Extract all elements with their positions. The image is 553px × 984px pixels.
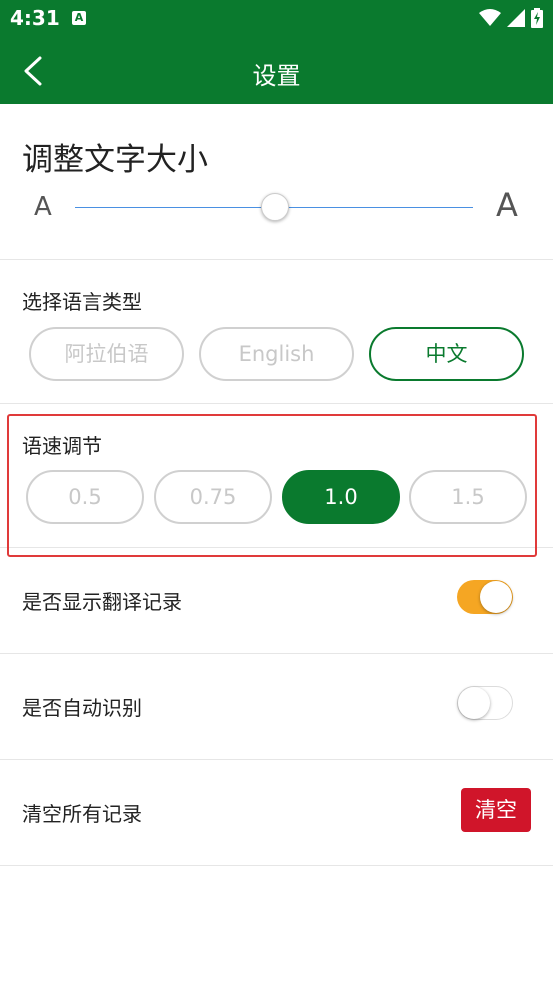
clear-history-label: 清空所有记录 <box>22 802 142 826</box>
status-time: 4:31 <box>10 6 60 30</box>
clear-history-row: 清空所有记录 清空 <box>0 760 553 866</box>
toggle-knob <box>480 581 512 613</box>
speech-rate-option-1-0[interactable]: 1.0 <box>282 470 400 524</box>
auto-detect-label: 是否自动识别 <box>22 696 142 720</box>
speech-rate-option-0-5[interactable]: 0.5 <box>26 470 144 524</box>
speech-rate-label: 语速调节 <box>22 434 102 458</box>
language-option-arabic[interactable]: 阿拉伯语 <box>29 327 184 381</box>
speech-rate-section: 语速调节 0.5 0.75 1.0 1.5 <box>0 404 553 548</box>
language-option-chinese[interactable]: 中文 <box>369 327 524 381</box>
font-size-title: 调整文字大小 <box>22 142 208 178</box>
language-label: 选择语言类型 <box>22 290 142 314</box>
status-icons <box>479 8 543 28</box>
speech-rate-option-0-75[interactable]: 0.75 <box>154 470 272 524</box>
auto-detect-row: 是否自动识别 <box>0 654 553 760</box>
show-history-toggle[interactable] <box>457 580 513 614</box>
language-section: 选择语言类型 阿拉伯语 English 中文 <box>0 260 553 404</box>
app-bar: 设置 <box>0 38 553 104</box>
language-option-english[interactable]: English <box>199 327 354 381</box>
speech-rate-option-1-5[interactable]: 1.5 <box>409 470 527 524</box>
accessibility-a-icon: A <box>72 11 86 25</box>
battery-charging-icon <box>531 8 543 28</box>
page-title: 设置 <box>252 62 301 90</box>
show-history-label: 是否显示翻译记录 <box>22 590 182 614</box>
wifi-icon <box>479 9 501 26</box>
font-size-section: 调整文字大小 A A <box>0 104 553 260</box>
slider-thumb[interactable] <box>261 193 289 221</box>
status-bar: 4:31 A <box>0 0 553 38</box>
show-history-row: 是否显示翻译记录 <box>0 548 553 654</box>
font-size-slider[interactable] <box>75 192 473 222</box>
toggle-knob <box>458 687 490 719</box>
font-large-label: A <box>496 186 518 224</box>
clear-button[interactable]: 清空 <box>461 788 531 832</box>
signal-icon <box>507 9 525 27</box>
auto-detect-toggle[interactable] <box>457 686 513 720</box>
font-small-label: A <box>34 192 52 222</box>
